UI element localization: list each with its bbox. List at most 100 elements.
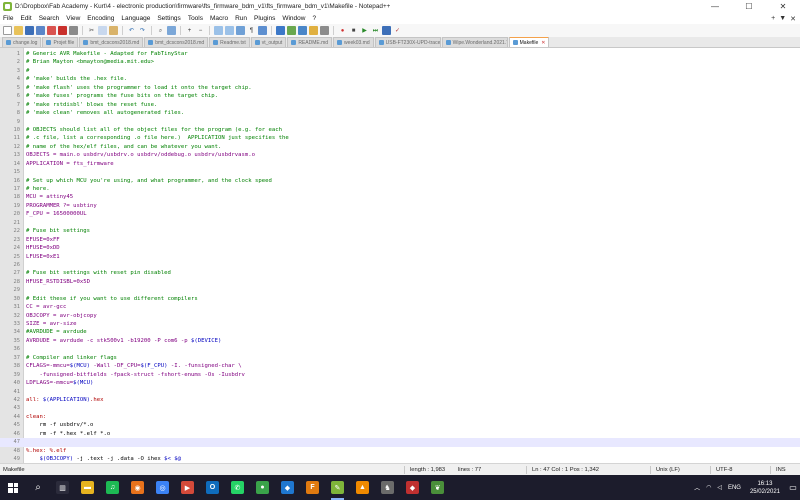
tab[interactable]: Readme.txt [209,37,250,47]
code-line[interactable]: 45 rm -f usbdrv/*.o [0,421,800,429]
code-line[interactable]: 19 PROGRAMMER ?= usbtiny [0,202,800,210]
code-line[interactable]: 23 EFUSE=0xFF [0,236,800,244]
language-indicator[interactable]: ENG [728,485,741,491]
find-icon[interactable]: ⌕ [156,26,165,35]
menu-item[interactable]: Edit [20,15,31,22]
code-line-current[interactable]: 47 [0,438,800,447]
code-line[interactable]: 15 [0,168,800,176]
save-macro-icon[interactable] [382,26,391,35]
code-line[interactable]: 8 # 'make clean' removes all autogenerate… [0,109,800,117]
code-line[interactable]: 24 HFUSE=0xDD [0,244,800,252]
code-line[interactable]: 10 # OBJECTS should list all of the objec… [0,126,800,134]
code-line[interactable]: 49 $(OBJCOPY) -j .text -j .data -O ihex … [0,455,800,463]
close-button[interactable]: ✕ [766,0,800,13]
taskbar-vlc-button[interactable]: ▲ [350,475,375,500]
taskbar-whatsapp-button[interactable]: ✆ [225,475,250,500]
taskbar-app-blue-button[interactable]: ◆ [275,475,300,500]
tab[interactable]: change.log [2,37,42,47]
menu-item[interactable]: Encoding [87,15,114,22]
code-editor[interactable]: 1 # Generic AVR Makefile - Adapted for Fa… [0,48,800,463]
volume-icon[interactable]: ◁ [717,484,722,491]
code-line[interactable]: 25 LFUSE=0xE1 [0,253,800,261]
code-line[interactable]: 20 F_CPU = 16500000UL [0,210,800,218]
folder-workspace-icon[interactable] [309,26,318,35]
code-line[interactable]: 32 OBJCOPY = avr-objcopy [0,312,800,320]
stop-macro-icon[interactable]: ■ [349,26,358,35]
clock[interactable]: 16:13 25/02/2021 [750,480,780,496]
code-line[interactable]: 18 MCU = attiny45 [0,193,800,201]
code-line[interactable]: 36 [0,345,800,353]
replace-icon[interactable] [167,26,176,35]
sync-vertical-icon[interactable] [214,26,223,35]
cut-icon[interactable]: ✂ [87,26,96,35]
code-line[interactable]: 43 [0,404,800,412]
print-icon[interactable] [69,26,78,35]
code-line[interactable]: 31 CC = avr-gcc [0,303,800,311]
menu-item[interactable]: Window [282,15,305,22]
code-line[interactable]: 35 AVRDUDE = avrdude -c stk500v1 -b19200 … [0,337,800,345]
notifications-icon[interactable]: ▭ [786,475,800,500]
code-line[interactable]: 5 # 'make flash' uses the programmer to l… [0,84,800,92]
show-all-characters-icon[interactable]: ¶ [247,26,256,35]
tab[interactable]: README.md [287,37,333,47]
code-line[interactable]: 16 # Set up which MCU you're using, and w… [0,177,800,185]
code-line[interactable]: 1 # Generic AVR Makefile - Adapted for Fa… [0,50,800,58]
open-file-icon[interactable] [14,26,23,35]
code-line[interactable]: 12 # name of the hex/elf files, and can b… [0,143,800,151]
menu-item[interactable]: File [3,15,13,22]
new-file-icon[interactable] [3,26,12,35]
code-line[interactable]: 13 OBJECTS = main.o usbdrv/usbdrv.o usbdr… [0,151,800,159]
new-tab-icon[interactable]: + [771,15,775,22]
menu-item[interactable]: Language [121,15,150,22]
code-line[interactable]: 34 #AVRDUDE = avrdude [0,328,800,336]
zoom-out-icon[interactable]: − [196,26,205,35]
code-line[interactable]: 4 # 'make' builds the .hex file. [0,75,800,83]
redo-icon[interactable]: ↷ [138,26,147,35]
menu-item[interactable]: Search [39,15,60,22]
code-line[interactable]: 2 # Brian Mayton <bmayton@media.mit.edu> [0,58,800,66]
maximize-button[interactable]: ☐ [732,0,766,13]
code-line[interactable]: 14 APPLICATION = fts_firmware [0,160,800,168]
code-line[interactable]: 38 CFLAGS=-mmcu=$(MCU) -Wall -DF_CPU=$(F_… [0,362,800,370]
taskbar-app-leaf-button[interactable]: ❦ [425,475,450,500]
code-line[interactable]: 33 SIZE = avr-size [0,320,800,328]
taskbar-app-diamond-button[interactable]: ◆ [400,475,425,500]
function-list-icon[interactable] [298,26,307,35]
undo-icon[interactable]: ↶ [127,26,136,35]
code-line[interactable]: 6 # 'make fuses' programs the fuse bits o… [0,92,800,100]
code-line[interactable]: 37 # Compiler and linker flags [0,354,800,362]
tab[interactable]: Projet file [42,37,79,47]
taskbar-file-explorer-button[interactable]: ▬ [75,475,100,500]
code-line[interactable]: 11 # .c file, list a corresponding .o fil… [0,134,800,142]
close-tab-icon[interactable]: ✕ [541,40,545,46]
taskbar-app-green-button[interactable]: ● [250,475,275,500]
code-line[interactable]: 46 rm -f *.hex *.elf *.o [0,430,800,438]
taskbar-fusion-button[interactable]: F [300,475,325,500]
sync-horizontal-icon[interactable] [225,26,234,35]
minimize-button[interactable]: — [698,0,732,13]
tab[interactable]: USB-FT230X-UPD-traces.png (2).md [374,37,441,47]
tab-active[interactable]: Makefile ✕ [508,37,550,47]
document-map-icon[interactable] [287,26,296,35]
play-macro-icon[interactable]: ▶ [360,26,369,35]
code-line[interactable]: 40 LDFLAGS=-mmcu=$(MCU) [0,379,800,387]
menu-item[interactable]: Tools [188,15,203,22]
network-icon[interactable]: ◠ [706,484,711,491]
word-wrap-icon[interactable] [236,26,245,35]
zoom-in-icon[interactable]: + [185,26,194,35]
code-line[interactable]: 7 # 'make rstdisbl' blows the reset fuse. [0,101,800,109]
code-line[interactable]: 22 # Fuse bit settings [0,227,800,235]
code-line[interactable]: 28 HFUSE_RSTDISBL=0x5D [0,278,800,286]
code-line[interactable]: 9 [0,118,800,126]
menu-item[interactable]: Macro [210,15,228,22]
start-button[interactable] [0,475,26,500]
taskbar-outlook-button[interactable]: O [200,475,225,500]
search-icon[interactable]: ⌕ [26,475,50,500]
code-line[interactable]: 27 # Fuse bit settings with reset pin dis… [0,269,800,277]
paste-icon[interactable] [109,26,118,35]
spell-check-icon[interactable]: ✓ [393,26,402,35]
code-line[interactable]: 21 [0,219,800,227]
menu-item[interactable]: View [66,15,80,22]
tab-list-icon[interactable]: ▼ [779,15,786,22]
tab[interactable]: week03.md [333,37,374,47]
